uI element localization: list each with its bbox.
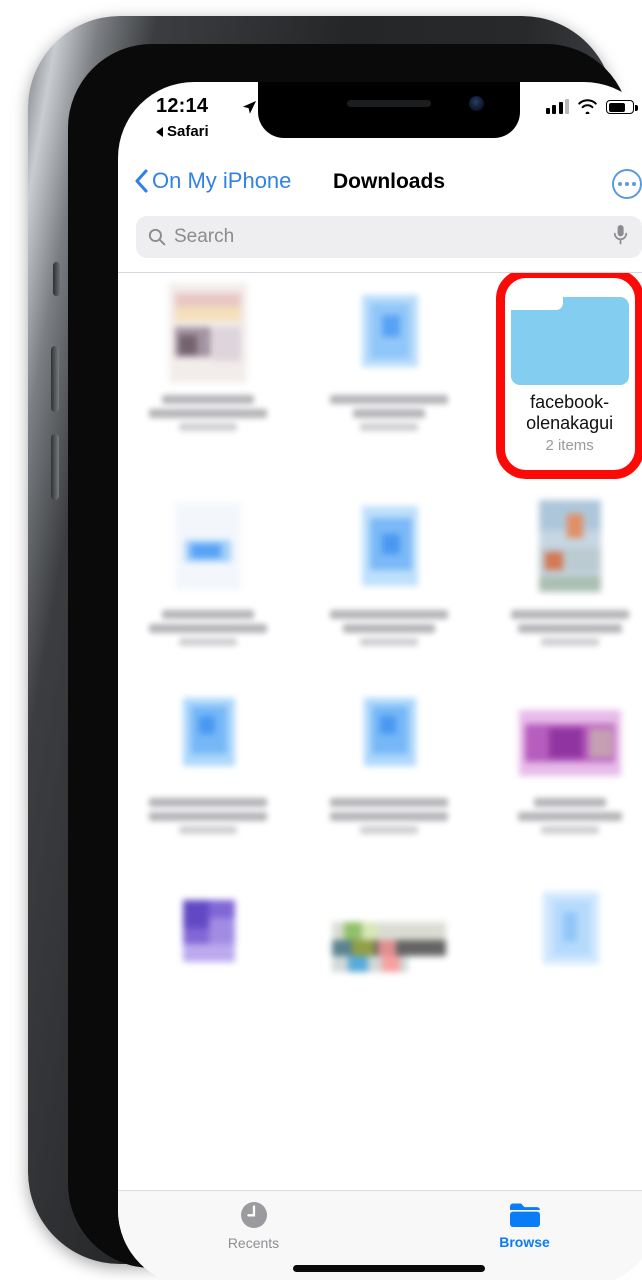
grid-row (118, 676, 642, 835)
home-indicator[interactable] (293, 1265, 485, 1272)
cellular-signal-icon (545, 99, 569, 114)
back-to-app-label: Safari (167, 123, 209, 140)
file-thumbnail-icon (518, 710, 621, 777)
file-name-label (329, 395, 448, 431)
file-grid[interactable]: facebook-olenakagui 2 items (118, 273, 642, 1190)
grid-item[interactable] (299, 273, 480, 454)
file-thumbnail-icon (183, 900, 236, 963)
grid-item[interactable] (118, 676, 299, 835)
front-camera-icon (469, 96, 484, 111)
folder-icon (509, 1203, 540, 1227)
navigation-bar: On My iPhone Downloads (118, 158, 642, 210)
file-name-label (149, 610, 268, 647)
folder-name-label: facebook-olenakagui (526, 392, 614, 433)
file-name-label (329, 798, 448, 835)
grid-item[interactable] (299, 870, 480, 982)
grid-item-facebook-olenakagui[interactable]: facebook-olenakagui 2 items (479, 273, 642, 479)
file-name-label (517, 798, 622, 835)
grid-row (118, 870, 642, 982)
location-arrow-icon (242, 100, 257, 120)
file-thumbnail-icon (175, 502, 242, 591)
grid-item[interactable] (479, 488, 642, 647)
file-thumbnail-icon (363, 698, 416, 767)
earpiece-speaker-icon (347, 100, 431, 107)
status-bar-time: 12:14 (156, 95, 209, 117)
search-placeholder: Search (174, 226, 235, 247)
grid-row (118, 488, 642, 647)
file-name-label (329, 610, 448, 647)
status-bar-indicators (545, 99, 638, 114)
volume-down-button[interactable] (51, 434, 59, 500)
magnifier-icon (148, 228, 166, 246)
file-thumbnail-icon (169, 283, 248, 383)
file-thumbnail-icon (538, 500, 601, 593)
back-triangle-icon (156, 126, 163, 137)
grid-item[interactable] (118, 273, 299, 454)
grid-item[interactable] (118, 870, 299, 982)
microphone-icon[interactable] (613, 224, 628, 250)
chevron-left-icon (135, 169, 148, 193)
silence-switch-button[interactable] (53, 262, 60, 296)
screenshot-stage: 12:14 Safari On My iPhone Downloads Sear… (0, 0, 642, 1280)
tab-recents[interactable]: Recents (118, 1191, 389, 1259)
folder-icon (510, 297, 629, 385)
file-thumbnail-icon (542, 892, 599, 965)
notch (258, 82, 520, 138)
file-name-label (149, 395, 268, 431)
phone-screen: 12:14 Safari On My iPhone Downloads Sear… (118, 82, 642, 1280)
tab-recents-label: Recents (227, 1234, 280, 1251)
grid-item[interactable] (299, 676, 480, 835)
phone-bezel: 12:14 Safari On My iPhone Downloads Sear… (68, 44, 642, 1280)
battery-icon (606, 100, 638, 114)
file-thumbnail-icon (361, 295, 418, 367)
search-container: Search (118, 210, 642, 272)
file-name-label (510, 610, 629, 647)
folder-item-count: 2 items (545, 437, 594, 455)
grid-item[interactable] (299, 488, 480, 647)
back-button-label: On My iPhone (152, 168, 292, 193)
clock-icon (240, 1201, 267, 1228)
grid-item[interactable] (118, 488, 299, 647)
file-thumbnail-icon (183, 698, 236, 767)
file-thumbnail-icon (331, 922, 446, 973)
grid-row: facebook-olenakagui 2 items (118, 273, 642, 479)
search-divider (118, 272, 642, 273)
wifi-icon (578, 99, 597, 114)
search-input[interactable]: Search (136, 216, 642, 258)
volume-up-button[interactable] (51, 346, 59, 412)
back-to-app-breadcrumb[interactable]: Safari (156, 123, 209, 140)
grid-item[interactable] (479, 870, 642, 982)
tab-bar: Recents Browse (118, 1190, 642, 1280)
page-title: Downloads (332, 170, 446, 193)
file-thumbnail-icon (361, 506, 418, 587)
tab-browse[interactable]: Browse (389, 1191, 642, 1259)
file-name-label (149, 798, 268, 835)
ellipsis-circle-icon[interactable] (612, 169, 642, 199)
phone-frame: 12:14 Safari On My iPhone Downloads Sear… (28, 16, 642, 1280)
back-button[interactable]: On My iPhone (134, 168, 291, 194)
grid-item[interactable] (479, 676, 642, 835)
tab-browse-label: Browse (499, 1233, 550, 1250)
